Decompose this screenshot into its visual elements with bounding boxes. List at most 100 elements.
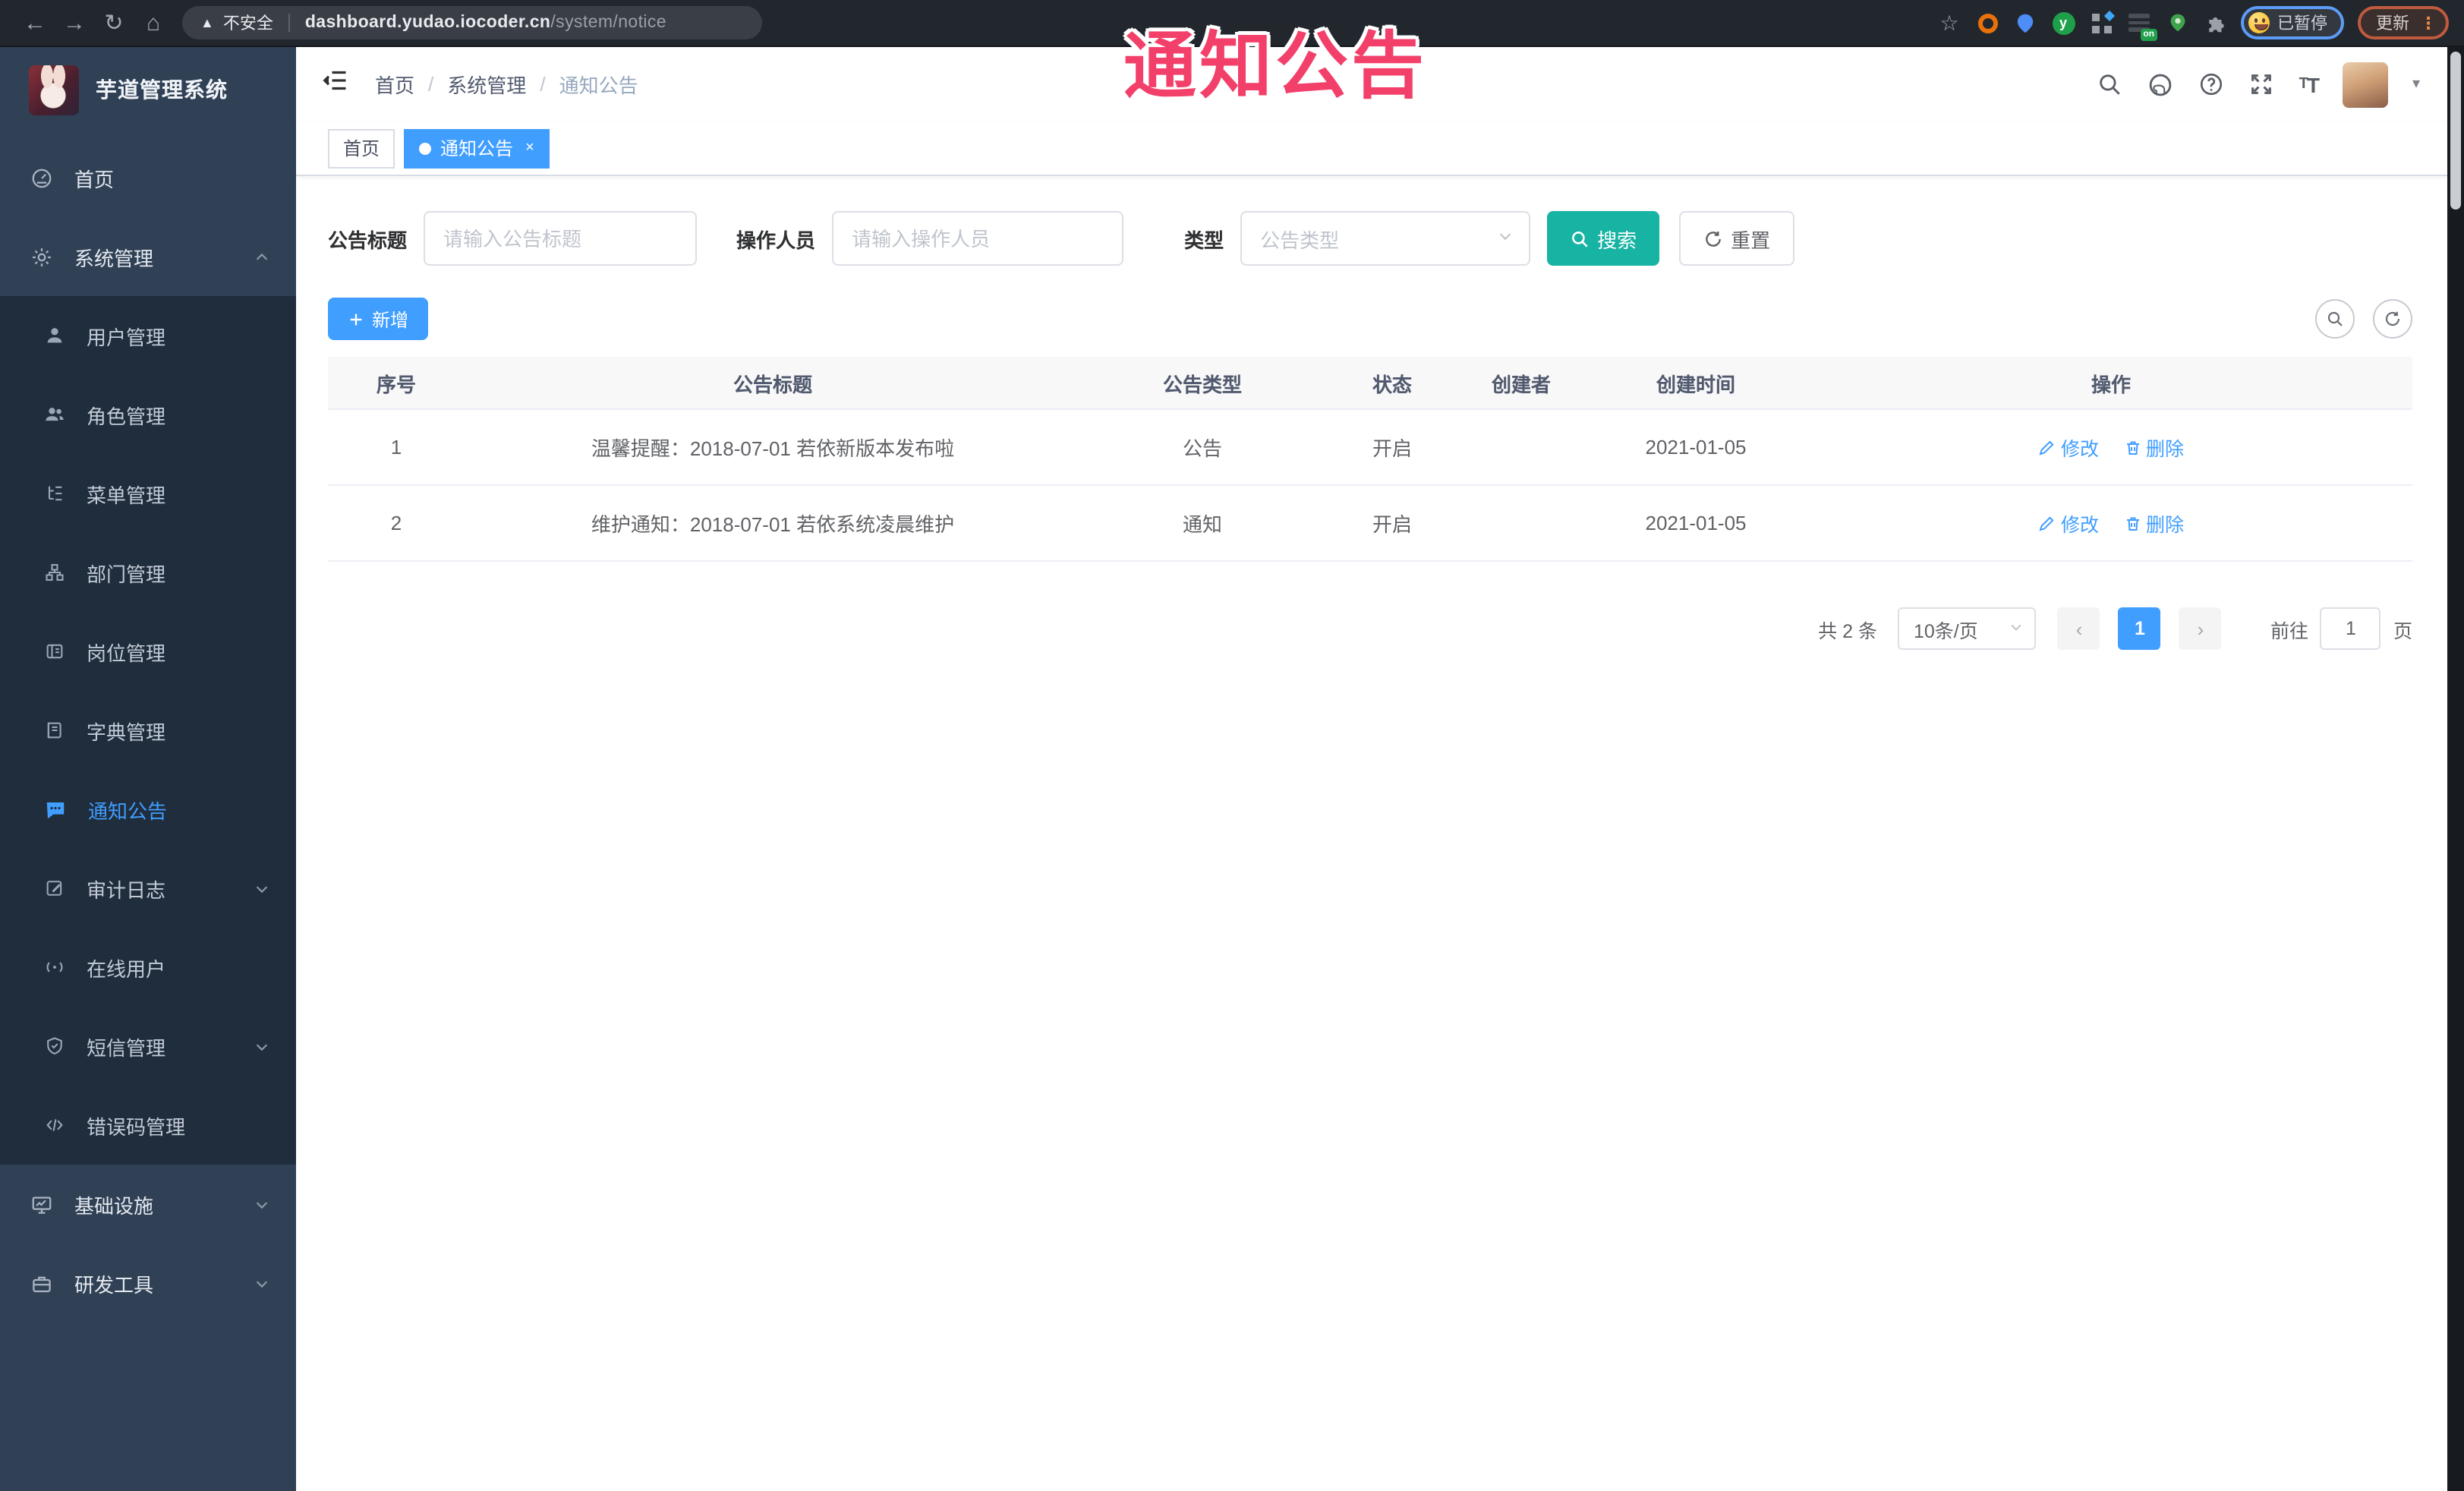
extensions-puzzle-icon[interactable] — [2203, 11, 2227, 35]
sidebar-logo[interactable]: 芋道管理系统 — [0, 47, 296, 132]
profile-emoji-avatar — [2248, 12, 2270, 33]
table-row[interactable]: 2 维护通知：2018-07-01 若依系统凌晨维护 通知 开启 2021-01… — [328, 486, 2412, 562]
operator-input[interactable] — [832, 211, 1124, 266]
breadcrumb-system[interactable]: 系统管理 — [447, 70, 526, 99]
forward-icon[interactable]: → — [55, 10, 94, 36]
chevron-down-icon — [254, 1196, 270, 1212]
browser-update-button[interactable]: 更新 ⋮ — [2358, 6, 2449, 39]
table-row[interactable]: 1 温馨提醒：2018-07-01 若依新版本发布啦 公告 开启 2021-01… — [328, 410, 2412, 486]
prev-page-button[interactable]: ‹ — [2057, 607, 2100, 650]
search-icon[interactable] — [2097, 71, 2123, 97]
browser-menu-icon[interactable]: ⋮ — [2420, 13, 2437, 33]
reset-button-label: 重置 — [1731, 229, 1771, 251]
cell-created: 2021-01-05 — [1645, 436, 1747, 459]
tag-home[interactable]: 首页 — [328, 128, 395, 168]
select-placeholder: 公告类型 — [1260, 229, 1340, 251]
col-header: 公告类型 — [1162, 373, 1242, 396]
sidebar-item-online-users[interactable]: 在线用户 — [0, 928, 296, 1007]
online-users-icon — [44, 957, 65, 978]
breadcrumb-home[interactable]: 首页 — [375, 70, 414, 99]
col-header: 状态 — [1372, 373, 1412, 396]
refresh-table-button[interactable] — [2373, 299, 2412, 339]
sidebar-item-devtools[interactable]: 研发工具 — [0, 1244, 296, 1322]
bookmark-star-icon[interactable]: ☆ — [1937, 10, 1961, 35]
sidebar-item-label: 短信管理 — [87, 1036, 166, 1059]
goto-page-input[interactable] — [2320, 607, 2381, 650]
code-icon — [44, 1114, 65, 1136]
table-header-row: 序号 公告标题 公告类型 状态 创建者 创建时间 操作 — [328, 357, 2412, 410]
sidebar-item-notice[interactable]: 通知公告 — [0, 770, 296, 849]
sidebar-item-dictionary[interactable]: 字典管理 — [0, 691, 296, 770]
extension-blue-pin-icon[interactable] — [2013, 11, 2037, 35]
main-area: 首页 / 系统管理 / 通知公告 TT ▾ 首页 通知公告 × 公告标题 请输入… — [296, 47, 2447, 1491]
sidebar-item-menus[interactable]: 菜单管理 — [0, 454, 296, 533]
browser-scrollbar[interactable] — [2447, 47, 2464, 1491]
sidebar-item-label: 用户管理 — [87, 326, 166, 348]
sidebar-item-label: 菜单管理 — [87, 484, 166, 506]
sidebar-item-roles[interactable]: 角色管理 — [0, 375, 296, 454]
tag-notice-active[interactable]: 通知公告 × — [404, 128, 550, 168]
logo-avatar — [29, 65, 79, 115]
notice-type-select[interactable]: 公告类型 — [1240, 211, 1531, 266]
home-icon[interactable]: ⌂ — [134, 10, 173, 36]
breadcrumb-separator: / — [428, 73, 434, 96]
extension-orange-ring-icon[interactable] — [1975, 11, 1999, 35]
sidebar-item-posts[interactable]: 岗位管理 — [0, 612, 296, 691]
scrollbar-thumb[interactable] — [2450, 52, 2461, 210]
toggle-search-button[interactable] — [2315, 299, 2355, 339]
sidebar-item-label: 基础设施 — [74, 1194, 154, 1217]
page-size-select[interactable]: 10条/页 — [1898, 607, 2037, 650]
extension-green-pin-icon[interactable] — [2165, 11, 2189, 35]
browser-profile-chip[interactable]: 已暂停 — [2241, 6, 2344, 39]
extension-green-circle-icon[interactable]: y — [2051, 11, 2075, 35]
cell-no: 1 — [390, 436, 402, 459]
chevron-down-icon — [254, 1275, 270, 1291]
gear-icon — [30, 245, 53, 268]
profile-status-label: 已暂停 — [2277, 15, 2327, 33]
page-unit-label: 页 — [2393, 620, 2412, 641]
edit-link[interactable]: 修改 — [2038, 433, 2099, 462]
github-icon[interactable] — [2147, 71, 2175, 98]
current-page-button[interactable]: 1 — [2118, 607, 2161, 650]
extension-grid-icon[interactable] — [2089, 9, 2115, 35]
goto-label: 前往 — [2270, 620, 2308, 641]
reset-button[interactable]: 重置 — [1679, 211, 1795, 266]
url-host: dashboard.yudao.iocoder.cn/system/notice — [304, 14, 666, 32]
filter-form: 公告标题 操作人员 类型 公告类型 搜索 重置 — [328, 211, 2412, 266]
sidebar-menu: 首页 系统管理 用户管理 角色管理 菜单管理 部门管理 岗位管理 字典管理 通知… — [0, 138, 296, 1322]
help-icon[interactable] — [2199, 71, 2225, 97]
sidebar-item-system[interactable]: 系统管理 — [0, 217, 296, 296]
avatar-caret-down-icon[interactable]: ▾ — [2412, 76, 2420, 93]
cell-no: 2 — [390, 512, 402, 534]
delete-link-label: 删除 — [2146, 515, 2185, 536]
sidebar-item-home[interactable]: 首页 — [0, 138, 296, 217]
notice-table: 序号 公告标题 公告类型 状态 创建者 创建时间 操作 1 温馨提醒：2018-… — [328, 357, 2412, 562]
page-watermark: 通知公告 — [1123, 27, 1428, 108]
sidebar-item-users[interactable]: 用户管理 — [0, 296, 296, 375]
type-label: 类型 — [1184, 229, 1224, 251]
sidebar-item-audit-log[interactable]: 审计日志 — [0, 849, 296, 928]
address-bar[interactable]: ▲ 不安全 dashboard.yudao.iocoder.cn/system/… — [182, 6, 762, 39]
font-size-icon[interactable]: TT — [2299, 72, 2320, 96]
add-button-label: 新增 — [372, 309, 409, 330]
add-button[interactable]: 新增 — [328, 298, 429, 340]
hamburger-icon[interactable] — [322, 67, 349, 102]
next-page-button[interactable]: › — [2179, 607, 2222, 650]
back-icon[interactable]: ← — [15, 10, 55, 36]
chevron-down-icon — [254, 1038, 270, 1054]
reload-icon[interactable]: ↻ — [94, 9, 134, 36]
sidebar-item-error-codes[interactable]: 错误码管理 — [0, 1086, 296, 1165]
sidebar-item-infrastructure[interactable]: 基础设施 — [0, 1165, 296, 1244]
edit-link[interactable]: 修改 — [2038, 509, 2099, 537]
active-tag-dot — [419, 142, 432, 154]
delete-link[interactable]: 删除 — [2123, 509, 2184, 537]
notice-title-input[interactable] — [424, 211, 698, 266]
search-button[interactable]: 搜索 — [1547, 211, 1660, 266]
user-avatar[interactable] — [2342, 61, 2388, 107]
tag-close-icon[interactable]: × — [525, 140, 534, 156]
extension-list-on-icon[interactable]: on — [2127, 11, 2157, 41]
fullscreen-icon[interactable] — [2249, 71, 2275, 97]
sidebar-item-departments[interactable]: 部门管理 — [0, 533, 296, 612]
delete-link[interactable]: 删除 — [2123, 433, 2184, 462]
sidebar-item-sms[interactable]: 短信管理 — [0, 1007, 296, 1086]
